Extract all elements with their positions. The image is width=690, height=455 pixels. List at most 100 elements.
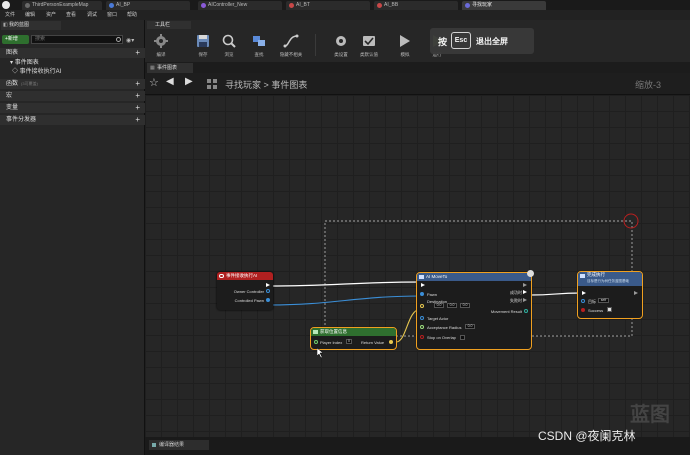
menu-edit[interactable]: 编辑 — [25, 11, 35, 19]
movement-result-label: Movement Result — [490, 309, 522, 314]
menu-help[interactable]: 帮助 — [127, 11, 137, 19]
ai-move-to-node[interactable]: AI MoveTo Pawn 成功时 Destination 0.0 0.0 0… — [416, 270, 534, 350]
exec-input-pin[interactable] — [582, 291, 586, 295]
menu-view[interactable]: 查看 — [66, 11, 76, 19]
simulate-button[interactable]: 模拟 — [391, 31, 419, 59]
acceptance-radius-label: Acceptance Radius — [427, 325, 462, 330]
hide-unrelated-button[interactable]: 隐藏不相关 — [277, 31, 305, 59]
find-button[interactable]: 查找 — [245, 31, 273, 59]
tab-find-player[interactable]: 寻找玩家 — [462, 1, 546, 10]
toolbar-tab[interactable]: 工具栏 — [147, 21, 191, 29]
graph-grid-icon — [207, 79, 217, 89]
acceptance-radius-pin[interactable] — [420, 325, 424, 329]
destination-pin[interactable] — [420, 304, 424, 308]
tab-ai-bp[interactable]: AI_BP — [106, 1, 190, 10]
return-value-pin[interactable] — [389, 340, 393, 344]
browse-button[interactable]: 浏览 — [215, 31, 243, 59]
event-receive-execute-ai-node[interactable]: 事件接收执行AI Owner Controller Controlled Paw… — [217, 272, 273, 310]
breadcrumb-root[interactable]: 寻找玩家 — [225, 80, 261, 90]
graph-nav-bar: ☆ ◀ ▶ 寻找玩家 > 事件图表 缩放-3 — [145, 73, 690, 95]
player-index-value[interactable]: 0 — [346, 339, 352, 344]
back-arrow-icon[interactable]: ◀ — [166, 76, 174, 87]
save-icon — [197, 35, 209, 47]
compile-button[interactable]: 编译 — [147, 31, 175, 59]
dispatchers-header: 事件分发器 — [6, 117, 37, 123]
graphs-section[interactable]: 图表 + — [0, 48, 145, 58]
movement-result-pin[interactable] — [524, 309, 528, 313]
tab-ai-controller[interactable]: AIController_New — [198, 1, 282, 10]
stop-on-overlap-label: Stop on Overlap — [427, 335, 456, 340]
add-new-button[interactable]: +新增 — [2, 35, 29, 44]
target-pin[interactable] — [581, 299, 585, 303]
functions-header: 函数 — [6, 81, 19, 87]
destination-z-value[interactable]: 0.0 — [460, 303, 470, 308]
add-macro-icon[interactable]: + — [135, 91, 140, 101]
compile-icon — [154, 34, 168, 48]
my-blueprint-tab[interactable]: ◧ 我的蓝图 — [1, 21, 61, 30]
exec-output-pin[interactable] — [523, 283, 527, 287]
add-graph-icon[interactable]: + — [135, 48, 140, 58]
variables-header: 变量 — [6, 105, 19, 111]
tab-map[interactable]: ThirdPersonExampleMap — [22, 1, 102, 10]
exec-input-pin[interactable] — [421, 283, 425, 287]
stop-on-overlap-checkbox[interactable] — [460, 335, 465, 340]
add-dispatcher-icon[interactable]: + — [135, 115, 140, 125]
map-icon — [25, 3, 30, 8]
on-fail-pin[interactable] — [523, 298, 527, 302]
stop-on-overlap-pin[interactable] — [420, 335, 424, 339]
forward-arrow-icon[interactable]: ▶ — [185, 76, 193, 87]
exec-output-pin[interactable] — [634, 291, 638, 295]
find-icon — [253, 36, 265, 46]
class-defaults-button[interactable]: 类默认值 — [355, 31, 383, 59]
blackboard-icon — [377, 3, 382, 8]
event-graph-item[interactable]: ▾ 事件图表 — [10, 59, 39, 67]
blueprint-icon — [109, 3, 114, 8]
destination-x-value[interactable]: 0.0 — [434, 303, 444, 308]
acceptance-radius-value[interactable]: 0.0 — [465, 324, 475, 329]
player-index-pin[interactable] — [314, 340, 318, 344]
favorite-star-icon[interactable]: ☆ — [149, 76, 159, 89]
success-checkbox[interactable] — [607, 307, 612, 312]
event-node-title: 事件接收执行AI — [226, 273, 258, 278]
owner-controller-pin[interactable] — [266, 289, 270, 293]
tab-ai-bt[interactable]: AI_BT — [286, 1, 370, 10]
menu-file[interactable]: 文件 — [5, 11, 15, 19]
finish-header: 完成执行 目标是行为树任务蓝图基础 — [578, 272, 642, 286]
add-variable-icon[interactable]: + — [135, 103, 140, 113]
event-receive-execute-item[interactable]: ◇ 事件接收执行AI — [12, 68, 61, 76]
destination-y-value[interactable]: 0.0 — [447, 303, 457, 308]
class-defaults-icon — [363, 36, 375, 46]
search-icon — [116, 37, 121, 42]
finish-execute-node[interactable]: 完成执行 目标是行为树任务蓝图基础 目标 self Success — [577, 271, 643, 319]
macros-section[interactable]: 宏 + — [0, 91, 145, 101]
get-location-node[interactable]: 获取位置信息 Player Index 0 Return Value — [310, 327, 397, 350]
exec-output-pin[interactable] — [266, 283, 270, 287]
tab-ai-bb[interactable]: AI_BB — [374, 1, 458, 10]
target-actor-label: Target Actor — [427, 316, 449, 321]
functions-count: (3可覆盖) — [21, 81, 38, 86]
toast-press-text: 按 — [438, 37, 448, 47]
success-pin[interactable] — [581, 308, 585, 312]
pawn-pin[interactable] — [420, 292, 424, 296]
tab-event-graph[interactable]: ▦ 事件图表 — [147, 63, 193, 73]
search-input[interactable]: 搜索 — [31, 35, 123, 44]
target-actor-pin[interactable] — [420, 316, 424, 320]
controlled-pawn-pin[interactable] — [266, 298, 270, 302]
my-blueprint-panel: ◧ 我的蓝图 +新增 搜索 ◉▾ 图表 + ▾ 事件图表 ◇ 事件接收执行AI 函… — [0, 20, 145, 455]
compiler-results-tab[interactable]: 编译器结果 — [149, 440, 209, 450]
function-icon — [419, 275, 424, 279]
add-function-icon[interactable]: + — [135, 79, 140, 89]
menu-asset[interactable]: 资产 — [46, 11, 56, 19]
variables-section[interactable]: 变量 + — [0, 103, 145, 113]
finish-subtitle: 目标是行为树任务蓝图基础 — [587, 279, 629, 283]
functions-section[interactable]: 函数 (3可覆盖) + — [0, 79, 145, 89]
blueprint-graph-canvas[interactable]: 事件接收执行AI Owner Controller Controlled Paw… — [145, 95, 690, 437]
view-options-icon[interactable]: ◉▾ — [126, 37, 134, 44]
menu-debug[interactable]: 调试 — [87, 11, 97, 19]
exec-wire-move-to-finish — [530, 292, 583, 296]
menu-window[interactable]: 窗口 — [107, 11, 117, 19]
task-icon — [465, 3, 470, 8]
on-success-pin[interactable] — [523, 290, 527, 294]
dispatchers-section[interactable]: 事件分发器 + — [0, 115, 145, 125]
breadcrumb-separator: > — [263, 80, 269, 90]
